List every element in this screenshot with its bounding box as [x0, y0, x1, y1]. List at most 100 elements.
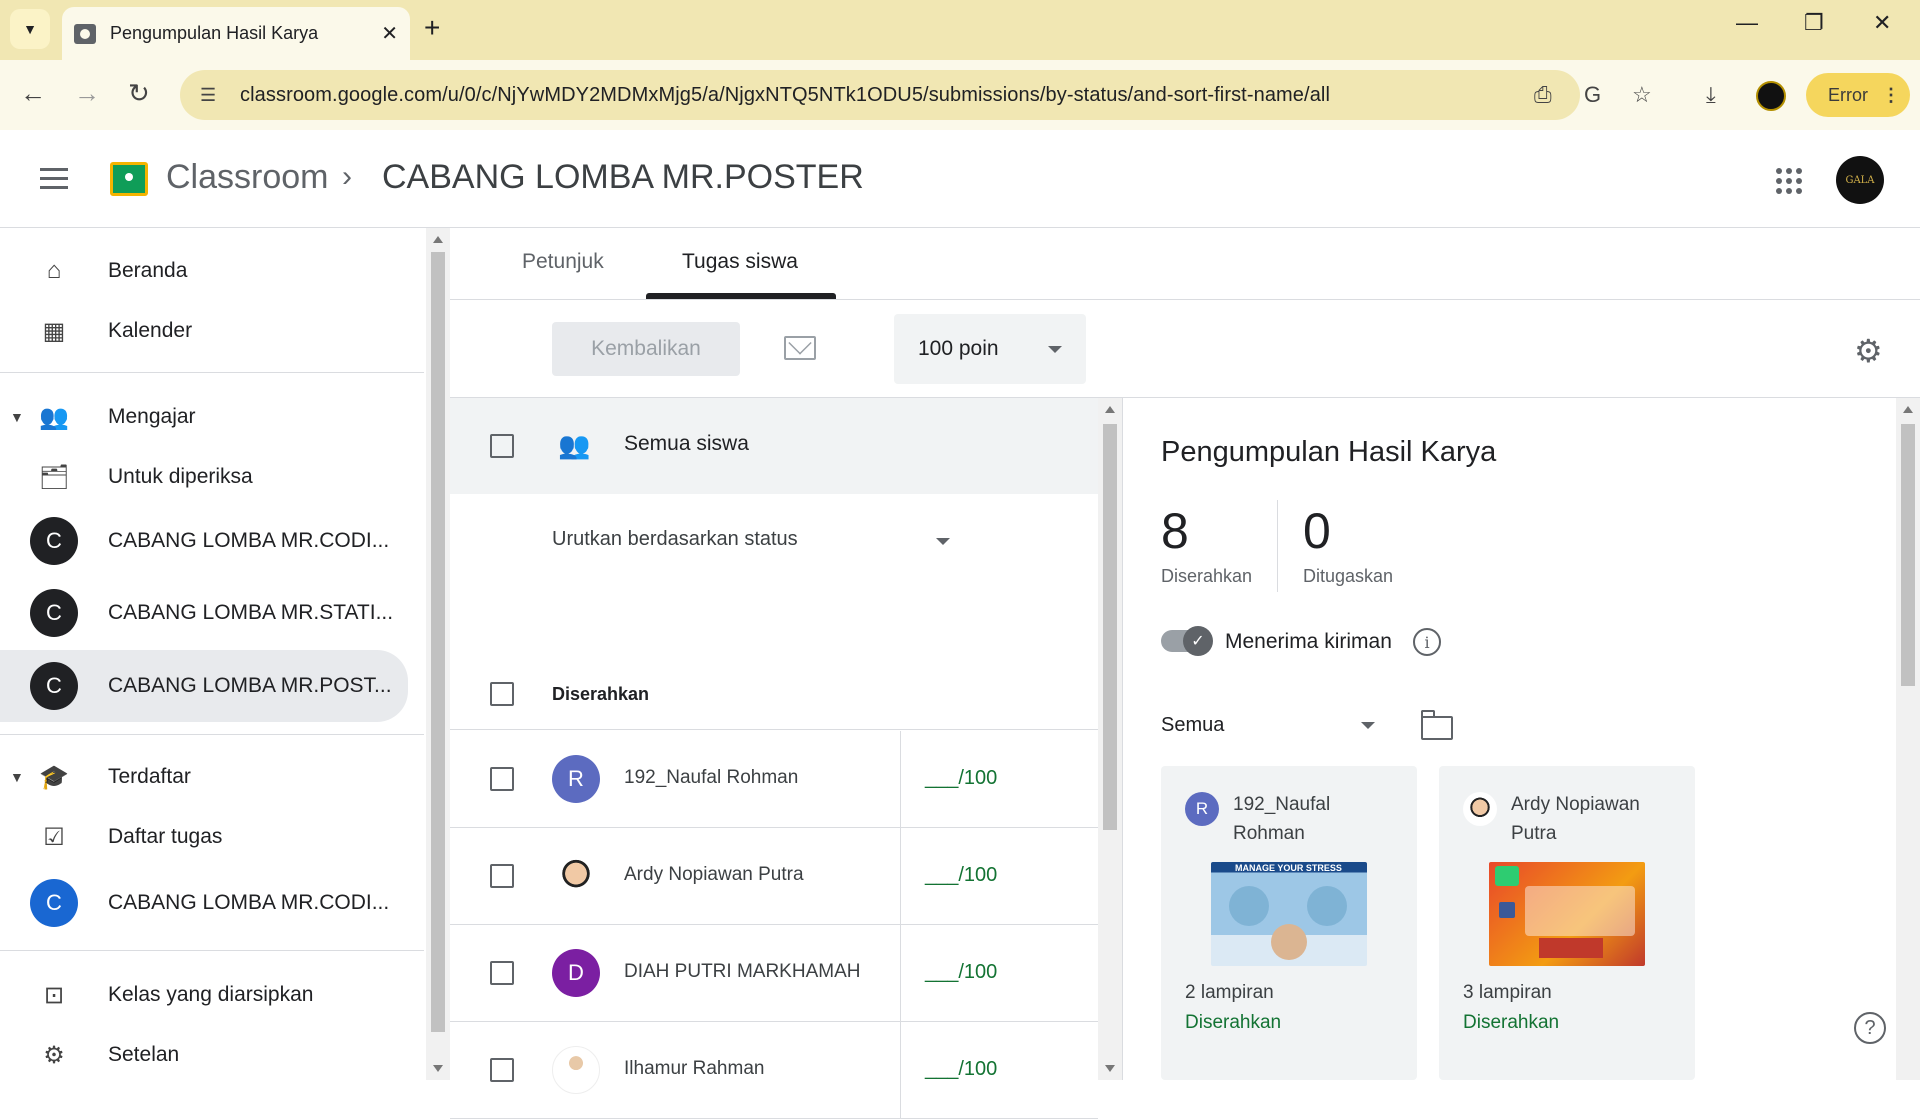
sidebar-scrollbar[interactable]: [426, 228, 450, 1080]
sidebar-item-label: CABANG LOMBA MR.POST...: [108, 674, 392, 697]
brand-name[interactable]: Classroom: [166, 158, 328, 197]
tab-search-button[interactable]: ▼: [10, 9, 50, 49]
help-icon[interactable]: ?: [1854, 1012, 1886, 1044]
address-bar[interactable]: ☰ classroom.google.com/u/0/c/NjYwMDY2MDM…: [180, 70, 1580, 120]
profile-avatar[interactable]: [1756, 81, 1786, 111]
student-row[interactable]: D DIAH PUTRI MARKHAMAH ___/100: [450, 925, 1098, 1022]
new-tab-button[interactable]: +: [424, 12, 440, 44]
submission-card[interactable]: Ardy Nopiawan Putra 3 lampiran Diserahka…: [1439, 766, 1695, 1080]
chevron-right-icon: ›: [342, 160, 352, 193]
student-row[interactable]: R 192_Naufal Rohman ___/100: [450, 731, 1098, 828]
select-all-checkbox[interactable]: [490, 434, 514, 458]
attachment-thumbnail[interactable]: [1489, 862, 1645, 966]
sidebar-item-class-active[interactable]: C CABANG LOMBA MR.POST...: [0, 650, 408, 722]
scrollbar-thumb[interactable]: [1901, 424, 1915, 686]
sidebar-item-archived[interactable]: ⊡ Kelas yang diarsipkan: [0, 964, 408, 1026]
points-dropdown[interactable]: 100 poin: [894, 314, 1086, 384]
email-icon[interactable]: [784, 331, 816, 360]
scroll-up-arrow-icon[interactable]: [433, 236, 443, 243]
student-avatar: R: [1185, 792, 1219, 826]
student-checkbox[interactable]: [490, 864, 514, 888]
group-checkbox[interactable]: [490, 682, 514, 706]
dropdown-arrow-icon: [1361, 722, 1375, 729]
tab-student-work[interactable]: Tugas siswa: [682, 250, 798, 274]
grade-field[interactable]: ___/100: [900, 731, 1098, 827]
student-checkbox[interactable]: [490, 767, 514, 791]
back-button[interactable]: ←: [20, 78, 46, 109]
scrollbar-thumb[interactable]: [1103, 424, 1117, 830]
folder-icon[interactable]: [1421, 710, 1453, 740]
account-avatar[interactable]: GALA: [1836, 156, 1884, 204]
all-students-row[interactable]: 👥 Semua siswa: [450, 398, 1098, 494]
detail-scrollbar[interactable]: [1896, 398, 1920, 1080]
close-window-button[interactable]: ✕: [1873, 10, 1891, 36]
tab-title: Pengumpulan Hasil Karya: [110, 23, 319, 43]
dropdown-arrow-icon: [936, 538, 950, 545]
assignment-title: Pengumpulan Hasil Karya: [1161, 436, 1497, 468]
sidebar-item-label: CABANG LOMBA MR.CODI...: [108, 891, 390, 914]
return-button[interactable]: Kembalikan: [552, 322, 740, 376]
settings-gear-icon[interactable]: ⚙: [1854, 332, 1883, 370]
error-menu-button[interactable]: Error ⋮: [1806, 73, 1910, 117]
scroll-down-arrow-icon[interactable]: [1105, 1065, 1115, 1072]
site-info-icon[interactable]: ☰: [200, 85, 224, 106]
sort-dropdown[interactable]: Urutkan berdasarkan status: [552, 528, 952, 551]
active-tab-indicator: [646, 293, 836, 299]
install-app-icon[interactable]: ⎙: [1534, 82, 1552, 108]
sidebar-item-class[interactable]: C CABANG LOMBA MR.STATI...: [0, 582, 408, 644]
sidebar-item-home[interactable]: ⌂ Beranda: [0, 240, 408, 302]
reload-button[interactable]: ↻: [128, 78, 150, 109]
attachment-thumbnail[interactable]: MANAGE YOUR STRESS: [1211, 862, 1367, 966]
minimize-button[interactable]: —: [1736, 10, 1758, 36]
submission-card[interactable]: R 192_Naufal Rohman MANAGE YOUR STRESS 2…: [1161, 766, 1417, 1080]
sidebar-item-label: CABANG LOMBA MR.CODI...: [108, 529, 390, 552]
student-checkbox[interactable]: [490, 961, 514, 985]
student-row[interactable]: Ilhamur Rahman ___/100: [450, 1022, 1098, 1119]
sidebar-item-to-review[interactable]: 🗂 Untuk diperiksa: [0, 446, 408, 508]
list-scrollbar[interactable]: [1098, 398, 1122, 1080]
sidebar-item-teaching[interactable]: ▼ 👥 Mengajar: [0, 386, 408, 448]
sidebar-item-label: Kelas yang diarsipkan: [108, 983, 314, 1006]
app-header: Classroom › CABANG LOMBA MR.POSTER GALA: [0, 130, 1920, 228]
forward-button[interactable]: →: [74, 78, 100, 109]
grading-toolbar: Kembalikan 100 poin ⚙: [450, 300, 1920, 398]
tab-instructions[interactable]: Petunjuk: [522, 250, 604, 274]
caret-down-icon[interactable]: ▼: [10, 409, 24, 425]
scrollbar-thumb[interactable]: [431, 252, 445, 1032]
filter-dropdown[interactable]: Semua: [1161, 714, 1375, 737]
google-apps-icon[interactable]: [1776, 168, 1802, 194]
home-icon: ⌂: [46, 257, 62, 284]
class-avatar: C: [30, 517, 78, 565]
grade-field[interactable]: ___/100: [900, 1022, 1098, 1118]
assigned-label: Ditugaskan: [1303, 566, 1394, 586]
sidebar-item-enrolled[interactable]: ▼ 🎓 Terdaftar: [0, 746, 408, 808]
bookmark-star-icon[interactable]: ☆: [1632, 82, 1652, 108]
caret-down-icon[interactable]: ▼: [10, 769, 24, 785]
sidebar-item-class[interactable]: C CABANG LOMBA MR.CODI...: [0, 872, 408, 934]
sidebar-item-settings[interactable]: ⚙ Setelan: [0, 1024, 408, 1086]
grade-field[interactable]: ___/100: [900, 925, 1098, 1021]
sidebar-item-label: Beranda: [108, 259, 188, 282]
scroll-up-arrow-icon[interactable]: [1105, 406, 1115, 413]
main-menu-icon[interactable]: [40, 168, 68, 195]
grade-field[interactable]: ___/100: [900, 828, 1098, 924]
close-tab-icon[interactable]: ✕: [381, 21, 398, 46]
submitted-stat[interactable]: 8 Diserahkan: [1161, 502, 1252, 587]
browser-tab-strip: ▼ Pengumpulan Hasil Karya ✕ + — ❐ ✕: [0, 0, 1920, 60]
student-row[interactable]: Ardy Nopiawan Putra ___/100: [450, 828, 1098, 925]
sidebar-item-class[interactable]: C CABANG LOMBA MR.CODI...: [0, 510, 408, 572]
student-checkbox[interactable]: [490, 1058, 514, 1082]
restore-button[interactable]: ❐: [1804, 10, 1824, 36]
info-icon[interactable]: i: [1413, 628, 1441, 656]
accepting-submissions-toggle[interactable]: ✓: [1161, 626, 1213, 656]
translate-icon[interactable]: G: [1584, 82, 1601, 108]
classroom-logo[interactable]: [110, 162, 148, 196]
assigned-stat[interactable]: 0 Ditugaskan: [1303, 502, 1393, 587]
sidebar-item-todo[interactable]: ☑ Daftar tugas: [0, 806, 408, 868]
scroll-down-arrow-icon[interactable]: [433, 1065, 443, 1072]
breadcrumb-class[interactable]: CABANG LOMBA MR.POSTER: [382, 158, 864, 197]
sidebar-item-calendar[interactable]: ▦ Kalender: [0, 300, 408, 362]
scroll-up-arrow-icon[interactable]: [1903, 406, 1913, 413]
browser-tab[interactable]: Pengumpulan Hasil Karya ✕: [62, 7, 410, 60]
download-icon[interactable]: ⤓: [1706, 82, 1716, 108]
